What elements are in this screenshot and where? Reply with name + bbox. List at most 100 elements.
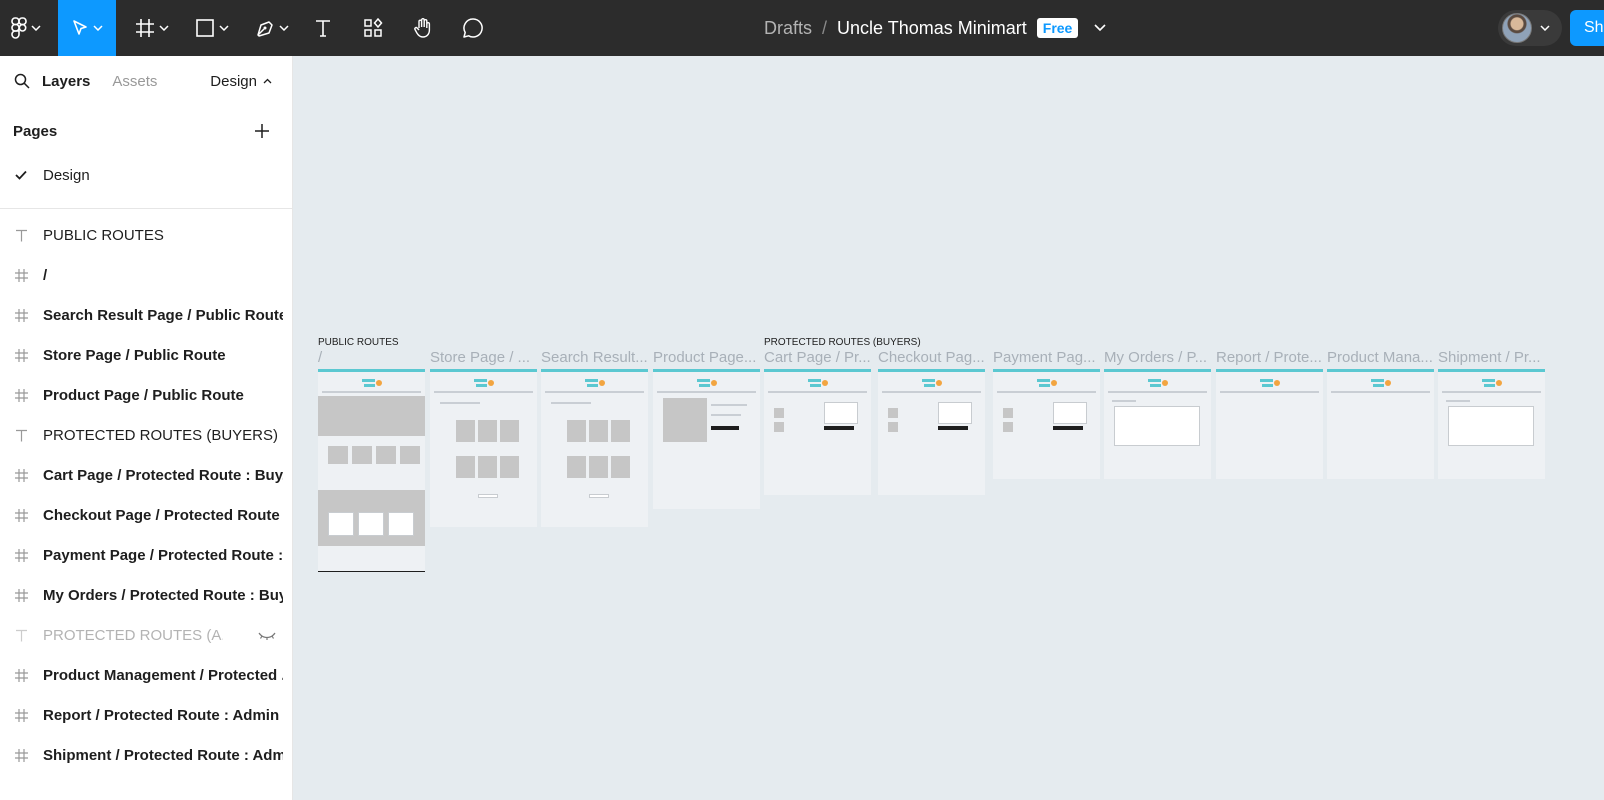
nav-bar bbox=[657, 391, 756, 393]
file-title-area: Drafts / Uncle Thomas Minimart Free bbox=[764, 0, 1106, 56]
file-name[interactable]: Uncle Thomas Minimart bbox=[837, 18, 1027, 39]
user-menu-button[interactable] bbox=[1498, 10, 1562, 46]
product-card bbox=[611, 420, 630, 442]
text-layer-icon bbox=[0, 229, 43, 242]
layer-item[interactable]: Product Page / Public Route bbox=[0, 375, 292, 415]
section-label-protected: PROTECTED ROUTES (BUYERS) bbox=[764, 337, 921, 348]
frame-title[interactable]: Product Page... bbox=[653, 349, 764, 366]
chevron-down-icon bbox=[1540, 25, 1550, 31]
layer-label: Store Page / Public Route bbox=[43, 346, 226, 364]
frame-icon bbox=[0, 708, 43, 722]
layer-item[interactable]: Cart Page / Protected Route : Buy... bbox=[0, 455, 292, 495]
hand-tool-button[interactable] bbox=[408, 0, 438, 56]
frame-title[interactable]: / bbox=[318, 349, 429, 366]
layer-item[interactable]: Product Management / Protected ... bbox=[0, 655, 292, 695]
layer-item[interactable]: Payment Page / Protected Route : ... bbox=[0, 535, 292, 575]
layer-item[interactable]: Checkout Page / Protected Route ... bbox=[0, 495, 292, 535]
chevron-down-icon[interactable] bbox=[1094, 24, 1106, 32]
product-desc bbox=[711, 414, 741, 416]
layer-item[interactable]: Search Result Page / Public Route bbox=[0, 295, 292, 335]
product-card bbox=[400, 446, 420, 464]
layer-item[interactable]: PROTECTED ROUTES (BUYERS) bbox=[0, 415, 292, 455]
layer-item[interactable]: Report / Protected Route : Admin bbox=[0, 695, 292, 735]
store-logo bbox=[1370, 377, 1392, 389]
plus-icon[interactable] bbox=[254, 123, 270, 139]
store-logo bbox=[361, 377, 383, 389]
category-card bbox=[328, 512, 354, 536]
add-to-cart-bar bbox=[711, 426, 739, 430]
store-logo bbox=[807, 377, 829, 389]
frame-thumbnail[interactable] bbox=[318, 369, 425, 572]
summary-box bbox=[938, 402, 972, 424]
hidden-eye-icon[interactable] bbox=[258, 628, 276, 645]
move-tool-icon bbox=[73, 20, 87, 35]
frame-tool-button[interactable] bbox=[132, 0, 172, 56]
store-logo bbox=[473, 377, 495, 389]
frame-title[interactable]: Payment Pag... bbox=[993, 349, 1104, 366]
frame-title[interactable]: Report / Prote... bbox=[1216, 349, 1327, 366]
frame-thumbnail[interactable] bbox=[1104, 369, 1211, 479]
layer-item[interactable]: / bbox=[0, 255, 292, 295]
frame-title[interactable]: Checkout Pag... bbox=[878, 349, 989, 366]
text-layer-icon bbox=[0, 629, 43, 642]
frame-thumbnail[interactable] bbox=[430, 369, 537, 527]
frame-thumbnail[interactable] bbox=[653, 369, 760, 509]
main-menu-button[interactable] bbox=[6, 0, 46, 56]
tab-assets[interactable]: Assets bbox=[112, 73, 157, 90]
store-logo bbox=[1259, 377, 1281, 389]
product-card bbox=[567, 420, 586, 442]
frame-thumbnail[interactable] bbox=[1216, 369, 1323, 479]
chevron-down-icon bbox=[219, 25, 229, 31]
frame-thumbnail[interactable] bbox=[764, 369, 871, 495]
layer-label: Shipment / Protected Route : Admin bbox=[43, 746, 283, 764]
product-card bbox=[478, 456, 497, 478]
layer-label: / bbox=[43, 266, 48, 284]
layer-item[interactable]: My Orders / Protected Route : Buy... bbox=[0, 575, 292, 615]
layer-item[interactable]: PUBLIC ROUTES bbox=[0, 215, 292, 255]
page-item-design[interactable]: Design bbox=[0, 156, 292, 194]
share-button[interactable]: Sha bbox=[1570, 10, 1604, 46]
action-button bbox=[1053, 426, 1083, 430]
frame-thumbnail[interactable] bbox=[878, 369, 985, 495]
category-card bbox=[388, 512, 414, 536]
design-dropdown[interactable]: Design bbox=[210, 73, 272, 90]
frame-title[interactable]: My Orders / P... bbox=[1104, 349, 1215, 366]
left-sidebar: Layers Assets Design Pages Design PUBLIC… bbox=[0, 56, 293, 800]
frame-title[interactable]: Product Mana... bbox=[1327, 349, 1438, 366]
pen-tool-button[interactable] bbox=[252, 0, 292, 56]
resources-button[interactable] bbox=[358, 0, 388, 56]
frame-icon bbox=[0, 348, 43, 362]
item-image bbox=[774, 422, 784, 432]
action-button bbox=[824, 426, 854, 430]
frame-thumbnail[interactable] bbox=[1438, 369, 1545, 479]
layer-label: Cart Page / Protected Route : Buy... bbox=[43, 466, 283, 484]
frame-thumbnail[interactable] bbox=[1327, 369, 1434, 479]
frame-title[interactable]: Search Result... bbox=[541, 349, 652, 366]
breadcrumb-drafts[interactable]: Drafts bbox=[764, 18, 812, 39]
table-heading bbox=[1446, 400, 1470, 402]
search-icon[interactable] bbox=[14, 73, 30, 89]
move-tool-button[interactable] bbox=[58, 0, 116, 56]
text-tool-button[interactable] bbox=[308, 0, 338, 56]
nav-bar bbox=[434, 391, 533, 393]
layer-item[interactable]: Store Page / Public Route bbox=[0, 335, 292, 375]
table-heading bbox=[1112, 400, 1136, 402]
figma-menu-icon bbox=[11, 17, 27, 39]
tab-layers[interactable]: Layers bbox=[42, 73, 90, 90]
frame-icon bbox=[0, 668, 43, 682]
frame-title[interactable]: Shipment / Pr... bbox=[1438, 349, 1549, 366]
comment-tool-button[interactable] bbox=[458, 0, 488, 56]
layer-item[interactable]: PROTECTED ROUTES (A... bbox=[0, 615, 292, 655]
product-card bbox=[376, 446, 396, 464]
frame-thumbnail[interactable] bbox=[541, 369, 648, 527]
shape-tool-button[interactable] bbox=[192, 0, 232, 56]
product-card bbox=[500, 456, 519, 478]
frame-title[interactable]: Cart Page / Pr... bbox=[764, 349, 875, 366]
layer-label: Product Page / Public Route bbox=[43, 386, 244, 404]
frame-thumbnail[interactable] bbox=[993, 369, 1100, 479]
nav-bar bbox=[1108, 391, 1207, 393]
frame-title[interactable]: Store Page / ... bbox=[430, 349, 541, 366]
frame-icon bbox=[0, 588, 43, 602]
design-canvas[interactable]: PUBLIC ROUTES PROTECTED ROUTES (BUYERS) … bbox=[294, 56, 1604, 800]
layer-item[interactable]: Shipment / Protected Route : Admin bbox=[0, 735, 292, 775]
